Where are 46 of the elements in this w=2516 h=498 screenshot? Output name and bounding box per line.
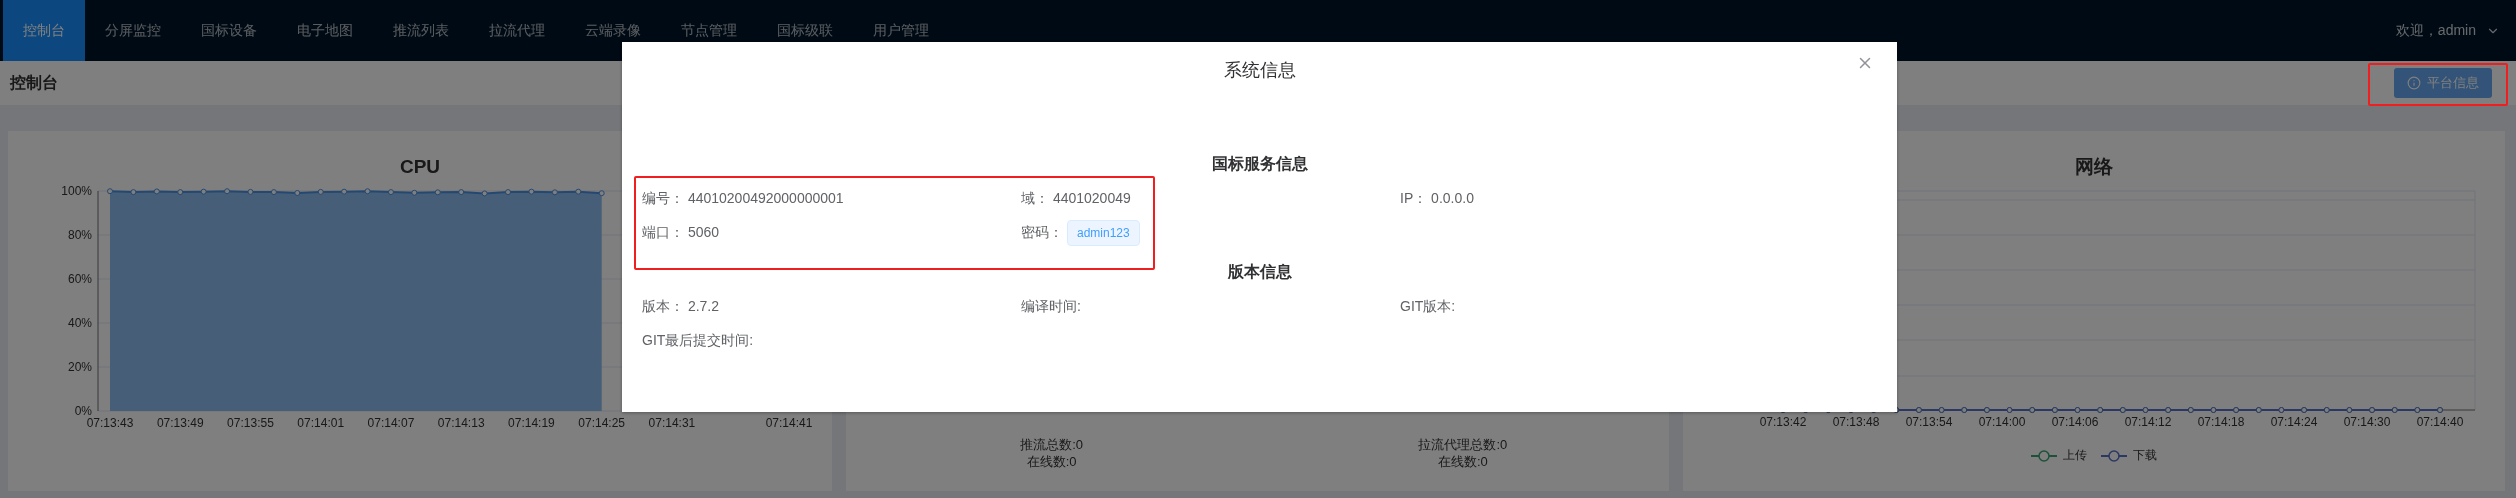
section-heading: 国标服务信息 — [1211, 153, 1308, 174]
axis-label: 07:13:54 — [1905, 415, 1952, 429]
axis-label: 07:13:42 — [1759, 415, 1806, 429]
axis-label: 07:14:07 — [367, 416, 415, 430]
axis-label: 07:14:01 — [297, 416, 345, 430]
axis-label: 07:14:00 — [1978, 415, 2025, 429]
info-field: GIT最后提交时间: — [642, 332, 754, 350]
axis-label: 07:14:12 — [2124, 415, 2171, 429]
info-field: 编译时间: — [1021, 298, 1081, 316]
chart-title: 网络 — [2074, 155, 2113, 179]
axis-label: 07:14:18 — [2197, 415, 2244, 429]
axis-label: 20% — [67, 360, 92, 374]
axis-label: 07:13:43 — [86, 416, 134, 430]
stat-online: 在线数:0 — [1026, 453, 1077, 470]
axis-label: 07:13:49 — [156, 416, 204, 430]
axis-label: 07:13:55 — [227, 416, 274, 430]
axis-label: 80% — [67, 228, 92, 242]
axis-label: 40% — [67, 316, 92, 330]
info-field: 编号： 44010200492000000001 — [642, 190, 844, 208]
info-field: 端口： 5060 — [642, 224, 720, 242]
stat-total: 推流总数:0 — [1020, 436, 1084, 453]
info-field: IP： 0.0.0.0 — [1400, 190, 1474, 208]
axis-label: 07:14:06 — [2051, 415, 2098, 429]
axis-label: 07:14:40 — [2416, 415, 2463, 429]
axis-label: 07:14:41 — [765, 416, 813, 430]
axis-label: 60% — [67, 272, 92, 286]
axis-label: 07:14:30 — [2343, 415, 2390, 429]
stat-online: 在线数:0 — [1437, 453, 1488, 470]
info-field: 域： 4401020049 — [1021, 190, 1131, 208]
field-label: 密码： — [1021, 224, 1063, 242]
axis-label: 07:14:25 — [578, 416, 626, 430]
password-tag: admin123 — [1067, 220, 1140, 246]
axis-label: 07:13:48 — [1832, 415, 1879, 429]
info-field: GIT版本: — [1400, 298, 1456, 316]
info-field: 版本： 2.7.2 — [642, 298, 720, 316]
page-title: 控制台 — [10, 72, 58, 93]
dialog-title: 系统信息 — [1223, 59, 1296, 82]
stat-total: 拉流代理总数:0 — [1418, 436, 1508, 453]
axis-label: 07:14:13 — [437, 416, 485, 430]
section-heading: 版本信息 — [1227, 261, 1292, 282]
axis-label: 07:14:31 — [648, 416, 696, 430]
axis-label: 07:14:24 — [2270, 415, 2317, 429]
axis-label: 100% — [61, 184, 92, 198]
axis-label: 0% — [74, 404, 92, 418]
axis-label: 07:14:19 — [508, 416, 555, 430]
chart-title: CPU — [399, 155, 441, 179]
